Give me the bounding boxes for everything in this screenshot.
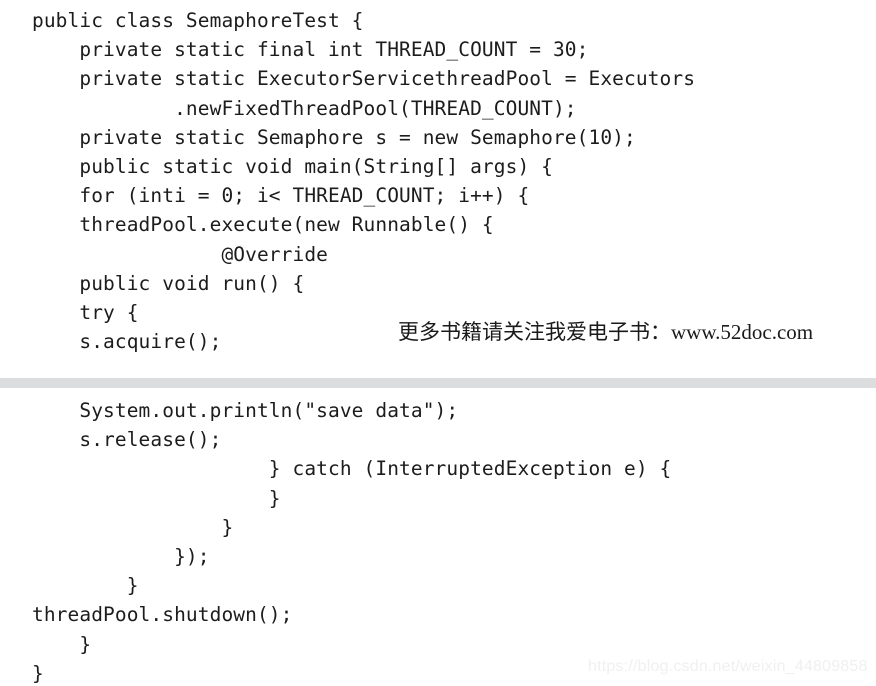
code-block-bottom: System.out.println("save data"); s.relea… — [0, 396, 876, 686]
code-line: } catch (InterruptedException e) { — [32, 457, 672, 481]
code-line: public void run() { — [32, 271, 305, 295]
code-line: threadPool.execute(new Runnable() { — [32, 213, 494, 237]
code-line: @Override — [32, 242, 328, 266]
code-line: private static Semaphore s = new Semapho… — [32, 125, 636, 149]
code-line: } — [32, 486, 281, 510]
code-line: } — [32, 574, 139, 598]
page-break-divider — [0, 378, 876, 388]
book-promo-watermark: 更多书籍请关注我爱电子书：www.52doc.com — [398, 320, 814, 344]
code-line: private static final int THREAD_COUNT = … — [32, 38, 589, 62]
code-line: .newFixedThreadPool(THREAD_COUNT); — [32, 96, 577, 120]
code-line: }); — [32, 544, 210, 568]
code-line: } — [32, 515, 234, 539]
code-bottom-content: System.out.println("save data"); s.relea… — [0, 396, 876, 686]
code-line: public static void main(String[] args) { — [32, 154, 553, 178]
code-line: s.release(); — [32, 428, 222, 452]
code-block-top: public class SemaphoreTest { private sta… — [0, 6, 876, 356]
code-line: for (inti = 0; i< THREAD_COUNT; i++) { — [32, 184, 530, 208]
code-listing-page: public class SemaphoreTest { private sta… — [0, 0, 876, 686]
code-line: threadPool.shutdown(); — [32, 603, 293, 627]
code-top-content: public class SemaphoreTest { private sta… — [0, 6, 876, 356]
blog-url-watermark: https://blog.csdn.net/weixin_44809858 — [588, 658, 868, 675]
code-line: System.out.println("save data"); — [32, 399, 459, 422]
code-line: public class SemaphoreTest { — [32, 9, 364, 32]
code-line: } — [32, 632, 92, 656]
code-line: private static ExecutorServicethreadPool… — [32, 67, 696, 91]
